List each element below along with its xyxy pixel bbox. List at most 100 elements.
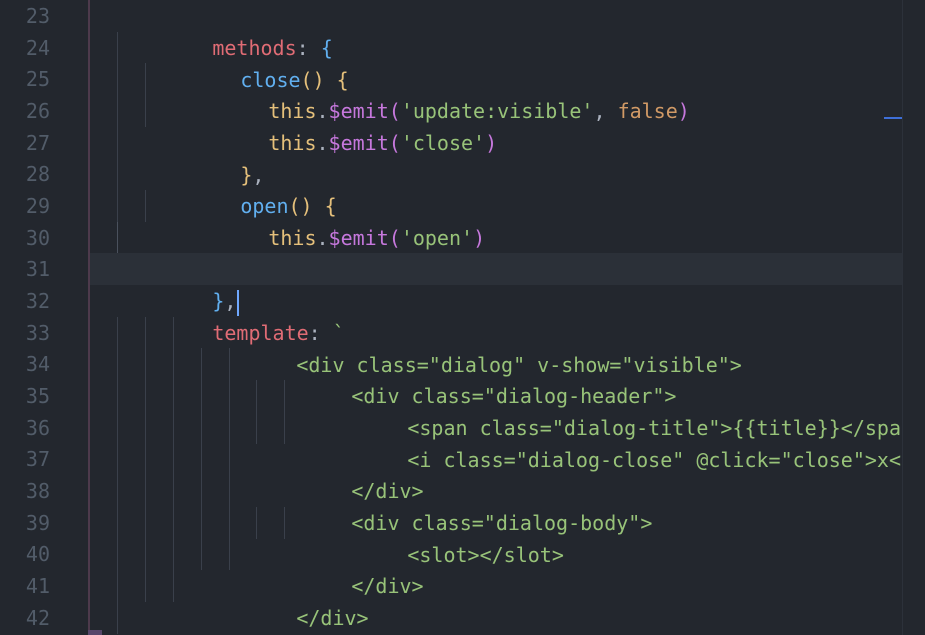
line-number: 33 <box>25 321 50 345</box>
indent-guide <box>173 380 174 412</box>
code-line[interactable]: <span class="dialog-title">{{title}}</sp… <box>90 380 902 440</box>
line-number: 24 <box>25 36 50 60</box>
line-number: 23 <box>25 4 50 28</box>
code-line[interactable]: <i class="dialog-close" @click="close">x… <box>90 412 902 472</box>
line-number: 40 <box>25 542 50 566</box>
indent-guide <box>173 475 174 507</box>
indent-guide <box>256 507 257 539</box>
code-line[interactable]: <slot></slot> <box>90 507 902 567</box>
code-line[interactable]: template: ` <box>90 285 902 345</box>
code-line[interactable]: this.$emit('open') <box>90 190 902 250</box>
indent-guide <box>201 475 202 507</box>
indent-guide <box>145 317 146 349</box>
line-number: 37 <box>25 447 50 471</box>
line-number: 39 <box>25 511 50 535</box>
indent-guide <box>117 222 118 254</box>
code-line[interactable]: this.$emit('close') <box>90 95 902 155</box>
line-number: 29 <box>25 194 50 218</box>
indent-guide <box>201 443 202 475</box>
code-line[interactable]: } <box>90 222 902 282</box>
indent-guide <box>256 380 257 412</box>
indent-guide <box>117 32 118 64</box>
indent-guide <box>145 412 146 444</box>
indent-guide <box>145 190 146 222</box>
code-line[interactable]: }, <box>90 127 902 187</box>
line-number: 25 <box>25 67 50 91</box>
code-line[interactable]: `, <box>90 602 902 634</box>
indent-guide <box>173 538 174 570</box>
line-number: 32 <box>25 289 50 313</box>
indent-guide <box>145 380 146 412</box>
indent-guide <box>145 570 146 602</box>
indent-guide <box>117 602 118 634</box>
indent-guide <box>229 507 230 539</box>
indent-guide <box>173 507 174 539</box>
code-line[interactable]: methods: { <box>90 0 902 60</box>
code-line[interactable]: </div> <box>90 570 902 630</box>
indent-guide <box>145 348 146 380</box>
code-line[interactable]: <div class="dialog-header"> <box>90 348 902 408</box>
indent-guide <box>117 507 118 539</box>
indent-guide <box>117 348 118 380</box>
indent-guide <box>145 475 146 507</box>
code-line[interactable]: this.$emit('update:visible', false) <box>90 63 902 123</box>
indent-guide <box>145 538 146 570</box>
code-line[interactable]: </div> <box>90 538 902 598</box>
indent-guide <box>173 443 174 475</box>
indent-guide <box>229 443 230 475</box>
indent-guide <box>201 348 202 380</box>
indent-guide <box>229 412 230 444</box>
indent-guide <box>256 412 257 444</box>
line-number: 38 <box>25 479 50 503</box>
indent-guide <box>145 95 146 127</box>
indent-guide <box>229 380 230 412</box>
indent-guide <box>145 63 146 95</box>
line-number: 36 <box>25 416 50 440</box>
indent-guide <box>117 475 118 507</box>
code-line-active[interactable]: }, <box>90 253 902 316</box>
code-line[interactable]: <div class="dialog" v-show="visible"> <box>90 317 902 377</box>
indent-guide <box>117 538 118 570</box>
indent-guide <box>284 380 285 412</box>
indent-guide <box>117 443 118 475</box>
code-line[interactable]: close() { <box>90 32 902 92</box>
indent-guide <box>117 63 118 95</box>
indent-guide <box>229 475 230 507</box>
code-line[interactable]: open() { <box>90 158 902 218</box>
code-area[interactable]: methods: { close() { this.$emit('update:… <box>90 0 902 635</box>
line-number: 35 <box>25 384 50 408</box>
indent-guide <box>284 412 285 444</box>
indent-guide <box>201 380 202 412</box>
indent-guide <box>117 95 118 127</box>
code-line[interactable]: </div> <box>90 443 902 503</box>
line-number: 28 <box>25 162 50 186</box>
overview-ruler-marker <box>884 117 903 119</box>
indent-guide <box>229 348 230 380</box>
indent-guide <box>284 507 285 539</box>
indent-guide <box>201 412 202 444</box>
indent-guide <box>201 538 202 570</box>
line-number: 42 <box>25 606 50 630</box>
indent-guide <box>117 317 118 349</box>
indent-guide <box>117 158 118 190</box>
indent-guide <box>145 507 146 539</box>
line-number: 31 <box>25 257 50 281</box>
line-number: 26 <box>25 99 50 123</box>
indent-guide <box>117 127 118 159</box>
indent-guide <box>117 380 118 412</box>
vertical-scrollbar[interactable] <box>902 0 925 635</box>
indent-guide <box>173 570 174 602</box>
indent-guide <box>201 507 202 539</box>
indent-guide <box>117 190 118 222</box>
indent-guide <box>145 443 146 475</box>
indent-guide <box>229 538 230 570</box>
line-number: 41 <box>25 574 50 598</box>
indent-guide <box>117 412 118 444</box>
line-number: 30 <box>25 226 50 250</box>
indent-guide <box>173 412 174 444</box>
line-number-gutter: 23 24 25 26 27 28 29 30 31 32 33 34 35 3… <box>0 0 88 635</box>
code-line[interactable]: <div class="dialog-body"> <box>90 475 902 535</box>
indent-guide <box>173 348 174 380</box>
indent-guide <box>117 570 118 602</box>
code-editor[interactable]: 23 24 25 26 27 28 29 30 31 32 33 34 35 3… <box>0 0 925 635</box>
